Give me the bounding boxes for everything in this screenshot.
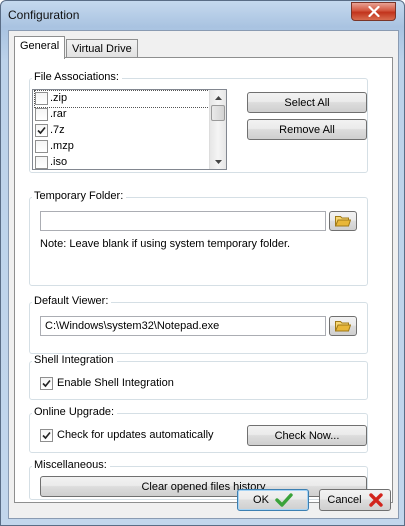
list-item[interactable]: .mzp [35,139,209,155]
temporary-folder-group: Temporary Folder: Note: Leave blank if u… [29,190,368,286]
mzp-checkbox[interactable] [35,140,48,153]
list-item-label: .mzp [50,140,74,152]
select-all-button[interactable]: Select All [247,92,367,113]
check-now-button[interactable]: Check Now... [247,425,367,446]
online-upgrade-label: Online Upgrade: [32,406,118,418]
zip-checkbox[interactable] [35,92,48,105]
list-item-label: .7z [50,124,65,136]
folder-icon [335,321,351,332]
shell-integration-group: Shell Integration Enable Shell Integrati… [29,354,368,400]
enable-shell-integration-checkbox[interactable] [40,377,53,390]
default-viewer-group: Default Viewer: C:\Windows\system32\Note… [29,295,368,354]
ok-button[interactable]: OK [237,489,309,511]
enable-shell-integration-label[interactable]: Enable Shell Integration [57,377,174,389]
arrow-up-icon [214,95,222,100]
arrow-down-icon [214,159,222,164]
close-button[interactable] [351,2,396,21]
cross-icon [368,493,383,507]
7z-checkbox[interactable] [35,124,48,137]
list-item-label: .zip [50,92,68,104]
miscellaneous-group: Miscellaneous: Clear opened files histor… [29,459,368,500]
title-bar[interactable]: Configuration [1,1,404,29]
scroll-thumb[interactable] [211,105,225,121]
file-associations-list[interactable]: .zip .rar .7z .mzp .iso [32,89,227,170]
check-updates-checkbox[interactable] [40,429,53,442]
rar-checkbox[interactable] [35,108,48,121]
ok-label: OK [253,494,269,506]
shell-integration-label: Shell Integration [32,354,117,366]
file-associations-label: File Associations: [32,71,122,83]
list-item-label: .rar [50,108,67,120]
window-title: Configuration [8,8,80,22]
folder-icon [335,216,351,227]
checkmark-icon [42,379,51,388]
browse-viewer-button[interactable] [329,316,357,336]
list-item[interactable]: .iso [35,155,209,169]
cancel-label: Cancel [327,494,362,506]
list-item[interactable]: .rar [35,107,209,123]
list-item[interactable]: .7z [35,123,209,139]
list-item[interactable]: .zip [34,90,210,108]
list-item-label: .iso [50,156,68,168]
checkmark-icon [37,126,46,135]
scroll-up-button[interactable] [210,90,226,105]
temporary-folder-input[interactable] [40,211,326,231]
iso-checkbox[interactable] [35,156,48,169]
file-associations-group: File Associations: .zip .rar .7z .mzp .i… [29,71,368,173]
default-viewer-label: Default Viewer: [32,295,112,307]
temporary-folder-note: Note: Leave blank if using system tempor… [40,238,291,250]
miscellaneous-label: Miscellaneous: [32,459,110,471]
list-scrollbar[interactable] [209,90,226,169]
configuration-window: Configuration General Virtual Drive File… [0,0,405,526]
cancel-button[interactable]: Cancel [319,489,391,511]
tab-virtual-drive[interactable]: Virtual Drive [66,39,138,59]
tab-general[interactable]: General [14,36,66,59]
close-icon [367,6,380,17]
check-updates-label[interactable]: Check for updates automatically [57,429,214,441]
scroll-down-button[interactable] [210,154,226,169]
clear-history-button[interactable]: Clear opened files history [40,476,367,497]
default-viewer-input[interactable]: C:\Windows\system32\Notepad.exe [40,316,326,336]
browse-temp-folder-button[interactable] [329,211,357,231]
remove-all-button[interactable]: Remove All [247,119,367,140]
temporary-folder-label: Temporary Folder: [32,190,127,202]
check-icon [275,493,293,507]
general-tab-panel: File Associations: .zip .rar .7z .mzp .i… [14,57,393,503]
dialog-client-area: General Virtual Drive File Associations:… [8,30,399,519]
checkmark-icon [42,431,51,440]
online-upgrade-group: Online Upgrade: Check for updates automa… [29,406,368,453]
